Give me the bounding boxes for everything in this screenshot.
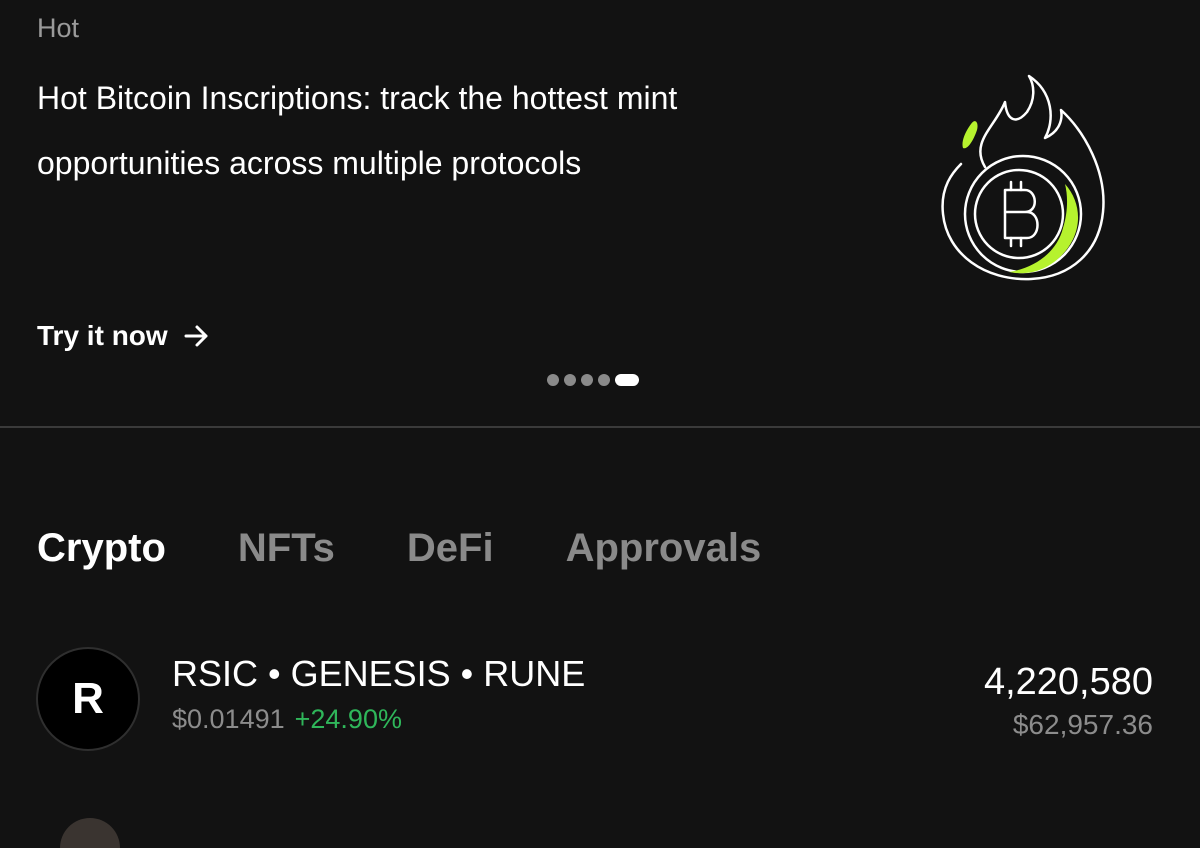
next-token-avatar [60,818,120,848]
banner-headline: Hot Bitcoin Inscriptions: track the hott… [37,80,678,181]
carousel-pager [547,374,639,386]
token-meta: $0.01491 +24.90% [172,702,402,736]
token-avatar: R [36,647,140,751]
pager-dot[interactable] [547,374,559,386]
pager-dot[interactable] [598,374,610,386]
token-value: $62,957.36 [1012,709,1153,740]
promo-banner[interactable]: Hot Hot Bitcoin Inscriptions: track the … [0,0,1200,426]
token-row[interactable]: R RSIC • GENESIS • RUNE $0.01491 +24.90% … [0,640,1200,758]
try-it-now-button[interactable]: Try it now [37,316,210,356]
tab-crypto[interactable]: Crypto [37,522,166,574]
token-amount: 4,220,580 [983,661,1153,703]
token-name: RSIC • GENESIS • RUNE [172,653,586,694]
banner-tag: Hot [37,13,80,43]
asset-tabs: Crypto NFTs DeFi Approvals [37,522,833,574]
arrow-right-icon [184,325,208,347]
cta-label: Try it now [37,320,168,351]
pager-dot[interactable] [564,374,576,386]
tab-defi[interactable]: DeFi [407,522,494,574]
tab-nfts[interactable]: NFTs [238,522,335,574]
flaming-bitcoin-icon [941,74,1105,281]
tab-approvals[interactable]: Approvals [566,522,762,574]
pager-dot[interactable] [581,374,593,386]
pager-dot-active[interactable] [615,374,639,386]
token-price: $0.01491 [172,704,285,734]
token-change: +24.90% [294,704,402,734]
section-divider [0,426,1200,428]
